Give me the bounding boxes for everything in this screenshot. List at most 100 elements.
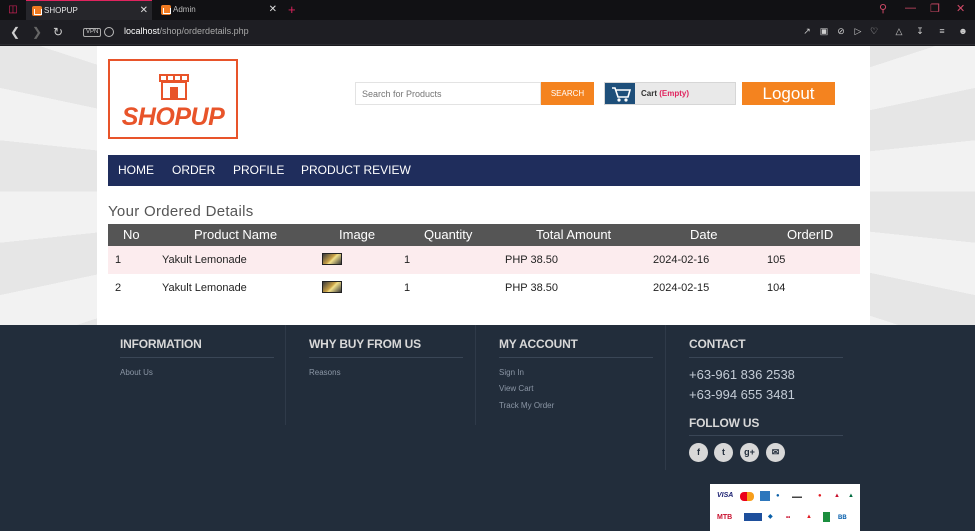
- bank-logo: ••: [786, 515, 791, 521]
- url-path: /shop/orderdetails.php: [159, 26, 249, 36]
- reload-icon[interactable]: ↻: [53, 24, 63, 40]
- divider: [665, 325, 666, 470]
- divider: [475, 325, 476, 425]
- col-no: No: [123, 227, 140, 242]
- table-row: 1 Yakult Lemonade 1 PHP 38.50 2024-02-16…: [108, 246, 860, 274]
- web-page: SHOPUP SEARCH Cart (Empty) Logout HOME O…: [0, 46, 975, 531]
- tab-label: SHOPUP: [44, 6, 78, 15]
- share-icon[interactable]: ↗: [802, 26, 812, 36]
- col-order-id: OrderID: [787, 227, 834, 242]
- footer: INFORMATION About Us WHY BUY FROM US Rea…: [0, 325, 975, 531]
- footer-heading: WHY BUY FROM US: [309, 337, 421, 351]
- bank-logo: ▲: [834, 493, 840, 499]
- logout-button[interactable]: Logout: [742, 82, 835, 105]
- close-tab-icon[interactable]: ✕: [140, 1, 148, 21]
- cart-button[interactable]: Cart (Empty): [604, 82, 736, 105]
- divider: [285, 325, 286, 425]
- footer-heading: MY ACCOUNT: [499, 337, 578, 351]
- contact-phone: +63-961 836 2538: [689, 367, 795, 382]
- divider: [499, 357, 653, 358]
- site-info-icon[interactable]: [104, 27, 114, 37]
- search-tabs-icon[interactable]: ⚲: [879, 2, 887, 15]
- close-window-icon[interactable]: ✕: [956, 2, 965, 15]
- settings-sliders-icon[interactable]: ≡: [937, 26, 947, 36]
- mtb-logo: MTB: [717, 514, 733, 521]
- search-input[interactable]: [355, 82, 541, 105]
- search-button[interactable]: SEARCH: [541, 82, 594, 105]
- cell-total: PHP 38.50: [505, 254, 559, 266]
- download-icon[interactable]: ↧: [915, 26, 925, 36]
- cart-label: Cart (Empty): [641, 89, 689, 98]
- col-image: Image: [339, 227, 376, 242]
- shop-favicon-icon: [161, 5, 171, 15]
- cell-no: 2: [115, 282, 122, 294]
- bank-logo: ▲: [806, 514, 812, 520]
- page-title: Your Ordered Details: [108, 203, 254, 220]
- divider: [689, 357, 843, 358]
- cart-status: (Empty): [659, 89, 690, 98]
- cart-icon: [605, 83, 635, 104]
- forward-icon[interactable]: ❯: [32, 24, 42, 40]
- browser-sidebar-icon[interactable]: ◫: [4, 3, 22, 17]
- main-container: SHOPUP SEARCH Cart (Empty) Logout HOME O…: [97, 46, 870, 325]
- footer-heading: INFORMATION: [120, 337, 202, 351]
- divider: [120, 357, 274, 358]
- shopup-logo[interactable]: SHOPUP: [108, 59, 238, 139]
- maximize-icon[interactable]: ❐: [930, 2, 940, 15]
- divider: [309, 357, 463, 358]
- table-header: No Product Name Image Quantity Total Amo…: [108, 224, 860, 246]
- send-icon[interactable]: ▷: [853, 26, 863, 36]
- amex-logo: [760, 491, 770, 501]
- browser-tab-bar: ◫ SHOPUP ✕ Admin ✕ + ⚲ — ❐ ✕: [0, 0, 975, 20]
- product-thumbnail: [322, 253, 342, 265]
- main-menu: HOME ORDER PROFILE PRODUCT REVIEW: [108, 155, 860, 186]
- url-host: localhost: [124, 26, 160, 36]
- payment-methods-banner: VISA ● ▬▬ ● ▲ ▲ MTB ◆ •• ▲ BB: [710, 484, 860, 531]
- bank-logo: ▬▬: [792, 494, 802, 500]
- block-ads-icon[interactable]: ⊘: [836, 26, 846, 36]
- bank-logo: BB: [838, 515, 847, 521]
- camera-icon[interactable]: ▣: [819, 26, 829, 36]
- footer-link-sign-in[interactable]: Sign In: [499, 368, 524, 377]
- close-tab-icon[interactable]: ✕: [269, 0, 277, 20]
- back-icon[interactable]: ❮: [10, 24, 20, 40]
- bank-logo: ◆: [768, 514, 773, 520]
- footer-link-view-cart[interactable]: View Cart: [499, 384, 534, 393]
- menu-item-profile[interactable]: PROFILE: [233, 155, 284, 186]
- col-quantity: Quantity: [424, 227, 473, 242]
- cell-total: PHP 38.50: [505, 282, 559, 294]
- cell-order-id: 104: [767, 282, 786, 294]
- new-tab-icon[interactable]: +: [288, 0, 296, 19]
- logo-text: SHOPUP: [121, 103, 225, 131]
- cell-order-id: 105: [767, 254, 786, 266]
- cell-no: 1: [115, 254, 122, 266]
- follow-us-heading: FOLLOW US: [689, 416, 760, 430]
- profile-icon[interactable]: ☻: [958, 26, 968, 36]
- heart-icon[interactable]: ♡: [869, 26, 879, 36]
- menu-item-order[interactable]: ORDER: [172, 155, 215, 186]
- google-plus-icon[interactable]: g+: [740, 443, 759, 462]
- cirrus-logo: ●: [776, 493, 780, 499]
- bank-logo: ▲: [848, 493, 854, 499]
- cell-product: Yakult Lemonade: [162, 254, 247, 266]
- cart-text: Cart: [641, 89, 658, 98]
- minimize-icon[interactable]: —: [905, 2, 916, 14]
- extensions-cube-icon[interactable]: △: [894, 26, 904, 36]
- vpn-badge[interactable]: VPN: [83, 28, 102, 37]
- twitter-icon[interactable]: t: [714, 443, 733, 462]
- footer-link-reasons[interactable]: Reasons: [309, 368, 341, 377]
- footer-heading: CONTACT: [689, 337, 746, 351]
- menu-item-product-review[interactable]: PRODUCT REVIEW: [301, 155, 411, 186]
- url-field[interactable]: localhost/shop/orderdetails.php: [124, 26, 249, 36]
- col-date: Date: [690, 227, 718, 242]
- tab-label: Admin: [173, 5, 196, 14]
- orders-table: No Product Name Image Quantity Total Amo…: [108, 224, 860, 302]
- facebook-icon[interactable]: f: [689, 443, 708, 462]
- tab-shopup[interactable]: SHOPUP ✕: [26, 0, 152, 20]
- footer-link-about-us[interactable]: About Us: [120, 368, 153, 377]
- tab-admin[interactable]: Admin ✕: [155, 0, 281, 20]
- footer-link-track-order[interactable]: Track My Order: [499, 401, 554, 410]
- menu-item-home[interactable]: HOME: [118, 155, 154, 186]
- storefront-icon: [159, 74, 189, 100]
- email-icon[interactable]: ✉: [766, 443, 785, 462]
